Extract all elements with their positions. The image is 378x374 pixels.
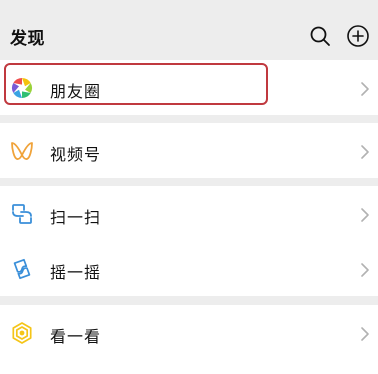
discover-page: 发现 朋友圈 视频号 扫一扫 摇一摇 看一看 — [0, 0, 378, 374]
chevron-right-icon — [360, 262, 370, 277]
shake-icon — [10, 257, 34, 281]
chevron-right-icon — [360, 326, 370, 341]
channels-butterfly-icon — [10, 139, 34, 163]
section-tools: 扫一扫 摇一摇 — [0, 186, 378, 296]
list-item-channels[interactable]: 视频号 — [0, 123, 378, 178]
section-top-stories: 看一看 — [0, 305, 378, 374]
section-channels: 视频号 — [0, 123, 378, 178]
chevron-right-icon — [360, 81, 370, 96]
chevron-right-icon — [360, 144, 370, 159]
add-circle-icon[interactable] — [346, 24, 370, 48]
list-item-label: 朋友圈 — [50, 82, 102, 101]
list-item-top-stories[interactable]: 看一看 — [0, 305, 378, 360]
moments-aperture-icon — [10, 76, 34, 100]
scan-icon — [10, 202, 34, 226]
list-item-label: 视频号 — [50, 145, 102, 164]
list-item-label: 摇一摇 — [50, 263, 102, 282]
list-item-shake[interactable]: 摇一摇 — [0, 241, 378, 296]
header-bar: 发现 — [0, 0, 378, 58]
search-icon[interactable] — [308, 24, 332, 48]
chevron-right-icon — [360, 207, 370, 222]
list-item-moments[interactable]: 朋友圈 — [0, 60, 378, 115]
section-moments: 朋友圈 — [0, 60, 378, 115]
list-item-scan[interactable]: 扫一扫 — [0, 186, 378, 241]
list-item-label: 看一看 — [50, 327, 102, 346]
list-item-label: 扫一扫 — [50, 208, 102, 227]
top-stories-icon — [10, 321, 34, 345]
page-title: 发现 — [10, 29, 45, 49]
